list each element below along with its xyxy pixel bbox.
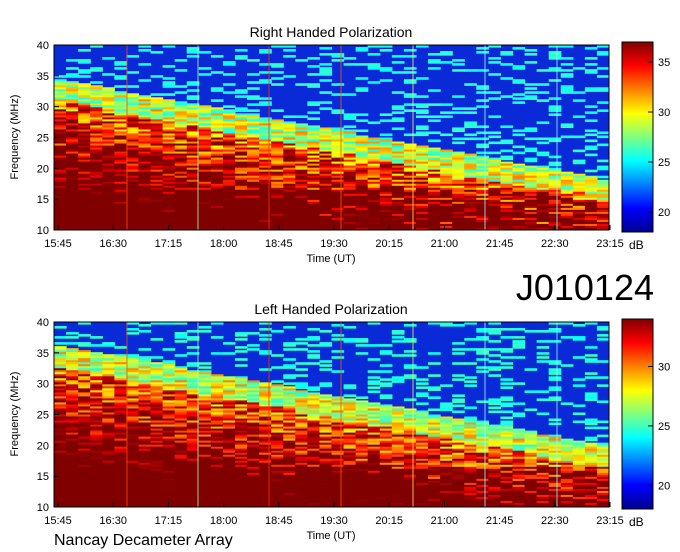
x-tick-label: 21:45 <box>486 238 514 250</box>
x-tick-label: 15:45 <box>44 515 72 527</box>
x-axis-label: Time (UT) <box>306 253 355 265</box>
spectrogram-image <box>54 322 609 507</box>
colorbar-tick-label: 30 <box>658 107 670 119</box>
x-tick-label: 23:15 <box>596 515 624 527</box>
spectrogram-image <box>54 45 609 230</box>
x-tick-label: 22:30 <box>541 238 569 250</box>
y-tick-label: 20 <box>37 440 49 452</box>
x-tick-label: 21:00 <box>431 238 459 250</box>
y-tick-label: 40 <box>37 40 49 52</box>
dynamic-spectrum-figure: Right Handed Polarization 10 15 20 25 30 35 40… <box>9 24 670 549</box>
y-tick-label: 25 <box>37 133 49 145</box>
y-tick-label: 15 <box>37 194 49 206</box>
x-tick-label: 21:00 <box>431 515 459 527</box>
colorbar-tick-label: 20 <box>658 480 670 492</box>
y-tick-label: 35 <box>37 71 49 83</box>
footer-credit: Nancay Decameter Array <box>54 532 233 549</box>
panel-title: Left Handed Polarization <box>254 301 407 317</box>
y-tick-label: 10 <box>37 502 49 514</box>
colorbar-label: dB <box>629 515 644 529</box>
observation-id: J010124 <box>516 267 654 308</box>
y-axis-label: Frequency (MHz) <box>9 95 21 180</box>
y-tick-label: 10 <box>37 225 49 237</box>
x-tick-label: 17:15 <box>155 515 183 527</box>
colorbar-tick-label: 30 <box>658 362 670 374</box>
x-tick-label: 16:30 <box>99 515 127 527</box>
y-axis-label: Frequency (MHz) <box>9 372 21 457</box>
x-tick-label: 20:15 <box>375 515 403 527</box>
y-tick-label: 35 <box>37 348 49 360</box>
x-tick-label: 16:30 <box>99 238 127 250</box>
right-polarization-panel: Right Handed Polarization 10 15 20 25 30 35 40… <box>9 24 670 265</box>
x-tick-label: 20:15 <box>375 238 403 250</box>
y-tick-label: 20 <box>37 163 49 175</box>
x-tick-label: 18:00 <box>210 515 238 527</box>
colorbar-label: dB <box>629 238 644 252</box>
x-tick-label: 17:15 <box>155 238 183 250</box>
x-tick-label: 19:30 <box>320 515 348 527</box>
x-tick-label: 18:45 <box>265 515 293 527</box>
colorbar: 20 25 30 dB <box>621 318 670 529</box>
y-tick-label: 30 <box>37 102 49 114</box>
colorbar-tick-label: 20 <box>658 207 670 219</box>
x-tick-label: 23:15 <box>596 238 624 250</box>
colorbar-tick-label: 35 <box>658 57 670 69</box>
left-polarization-panel: Left Handed Polarization 10152025303540 … <box>9 301 670 542</box>
x-tick-label: 18:00 <box>210 238 238 250</box>
y-tick-label: 30 <box>37 379 49 391</box>
x-tick-label: 21:45 <box>486 515 514 527</box>
x-tick-label: 18:45 <box>265 238 293 250</box>
y-tick-label: 25 <box>37 410 49 422</box>
colorbar-tick-label: 25 <box>658 157 670 169</box>
x-tick-label: 22:30 <box>541 515 569 527</box>
colorbar-tick-label: 25 <box>658 421 670 433</box>
x-axis-label: Time (UT) <box>306 530 355 542</box>
colorbar: 20 25 30 35 dB <box>621 41 670 252</box>
panel-title: Right Handed Polarization <box>250 24 413 40</box>
y-tick-label: 40 <box>37 317 49 329</box>
y-tick-label: 15 <box>37 471 49 483</box>
x-tick-label: 19:30 <box>320 238 348 250</box>
x-tick-label: 15:45 <box>44 238 72 250</box>
